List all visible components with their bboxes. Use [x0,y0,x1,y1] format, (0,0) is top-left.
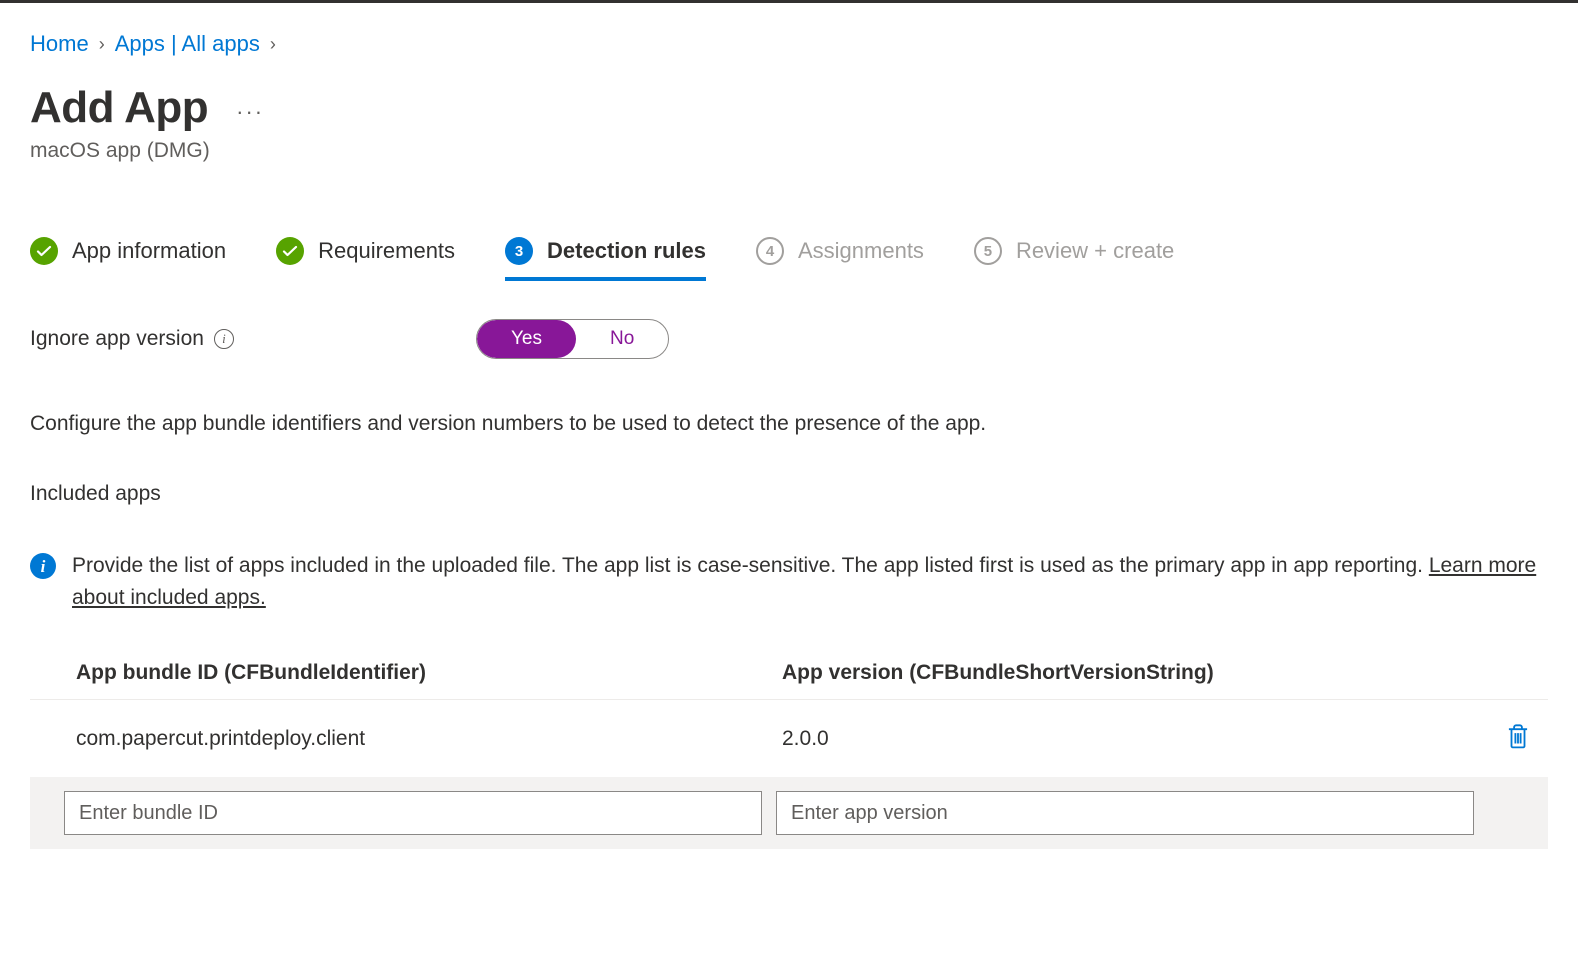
tab-label: Detection rules [547,238,706,264]
tab-requirements[interactable]: Requirements [276,237,455,277]
wizard-tabs: App information Requirements 3 Detection… [30,235,1548,279]
app-version-input[interactable] [776,791,1474,835]
tab-assignments[interactable]: 4 Assignments [756,237,924,277]
table-row: com.papercut.printdeploy.client 2.0.0 [30,700,1548,777]
ignore-app-version-label: Ignore app version [30,327,204,351]
info-banner-text: Provide the list of apps included in the… [72,554,1423,577]
check-icon [276,237,304,265]
bundle-id-input[interactable] [64,791,762,835]
chevron-right-icon: › [99,34,105,55]
step-number-icon: 3 [505,237,533,265]
step-number-icon: 5 [974,237,1002,265]
info-icon[interactable]: i [214,329,234,349]
cell-bundle-id: com.papercut.printdeploy.client [76,727,782,751]
included-apps-table: App bundle ID (CFBundleIdentifier) App v… [30,661,1548,849]
tab-review-create[interactable]: 5 Review + create [974,237,1174,277]
included-apps-heading: Included apps [30,482,1548,506]
toggle-no[interactable]: No [576,320,668,358]
tab-label: Review + create [1016,238,1174,264]
tab-label: App information [72,238,226,264]
toggle-yes[interactable]: Yes [477,320,576,358]
page-title: Add App [30,83,208,133]
tab-app-information[interactable]: App information [30,237,226,277]
more-actions-button[interactable]: ··· [236,99,264,125]
breadcrumb-home[interactable]: Home [30,31,89,57]
tab-label: Requirements [318,238,455,264]
chevron-right-icon: › [270,34,276,55]
delete-row-button[interactable] [1503,720,1533,757]
tab-label: Assignments [798,238,924,264]
new-row-inputs [30,777,1548,849]
step-number-icon: 4 [756,237,784,265]
detection-description: Configure the app bundle identifiers and… [30,409,1548,438]
trash-icon [1507,738,1529,753]
cell-app-version: 2.0.0 [782,727,1488,751]
col-header-app-version: App version (CFBundleShortVersionString) [782,661,1488,685]
breadcrumb: Home › Apps | All apps › [30,31,1548,57]
check-icon [30,237,58,265]
info-banner: i Provide the list of apps included in t… [30,550,1548,613]
tab-detection-rules[interactable]: 3 Detection rules [505,237,706,281]
breadcrumb-apps[interactable]: Apps | All apps [115,31,260,57]
col-header-bundle-id: App bundle ID (CFBundleIdentifier) [76,661,782,685]
info-icon: i [30,553,56,579]
page-subtitle: macOS app (DMG) [30,139,1548,163]
ignore-app-version-toggle[interactable]: Yes No [476,319,669,359]
